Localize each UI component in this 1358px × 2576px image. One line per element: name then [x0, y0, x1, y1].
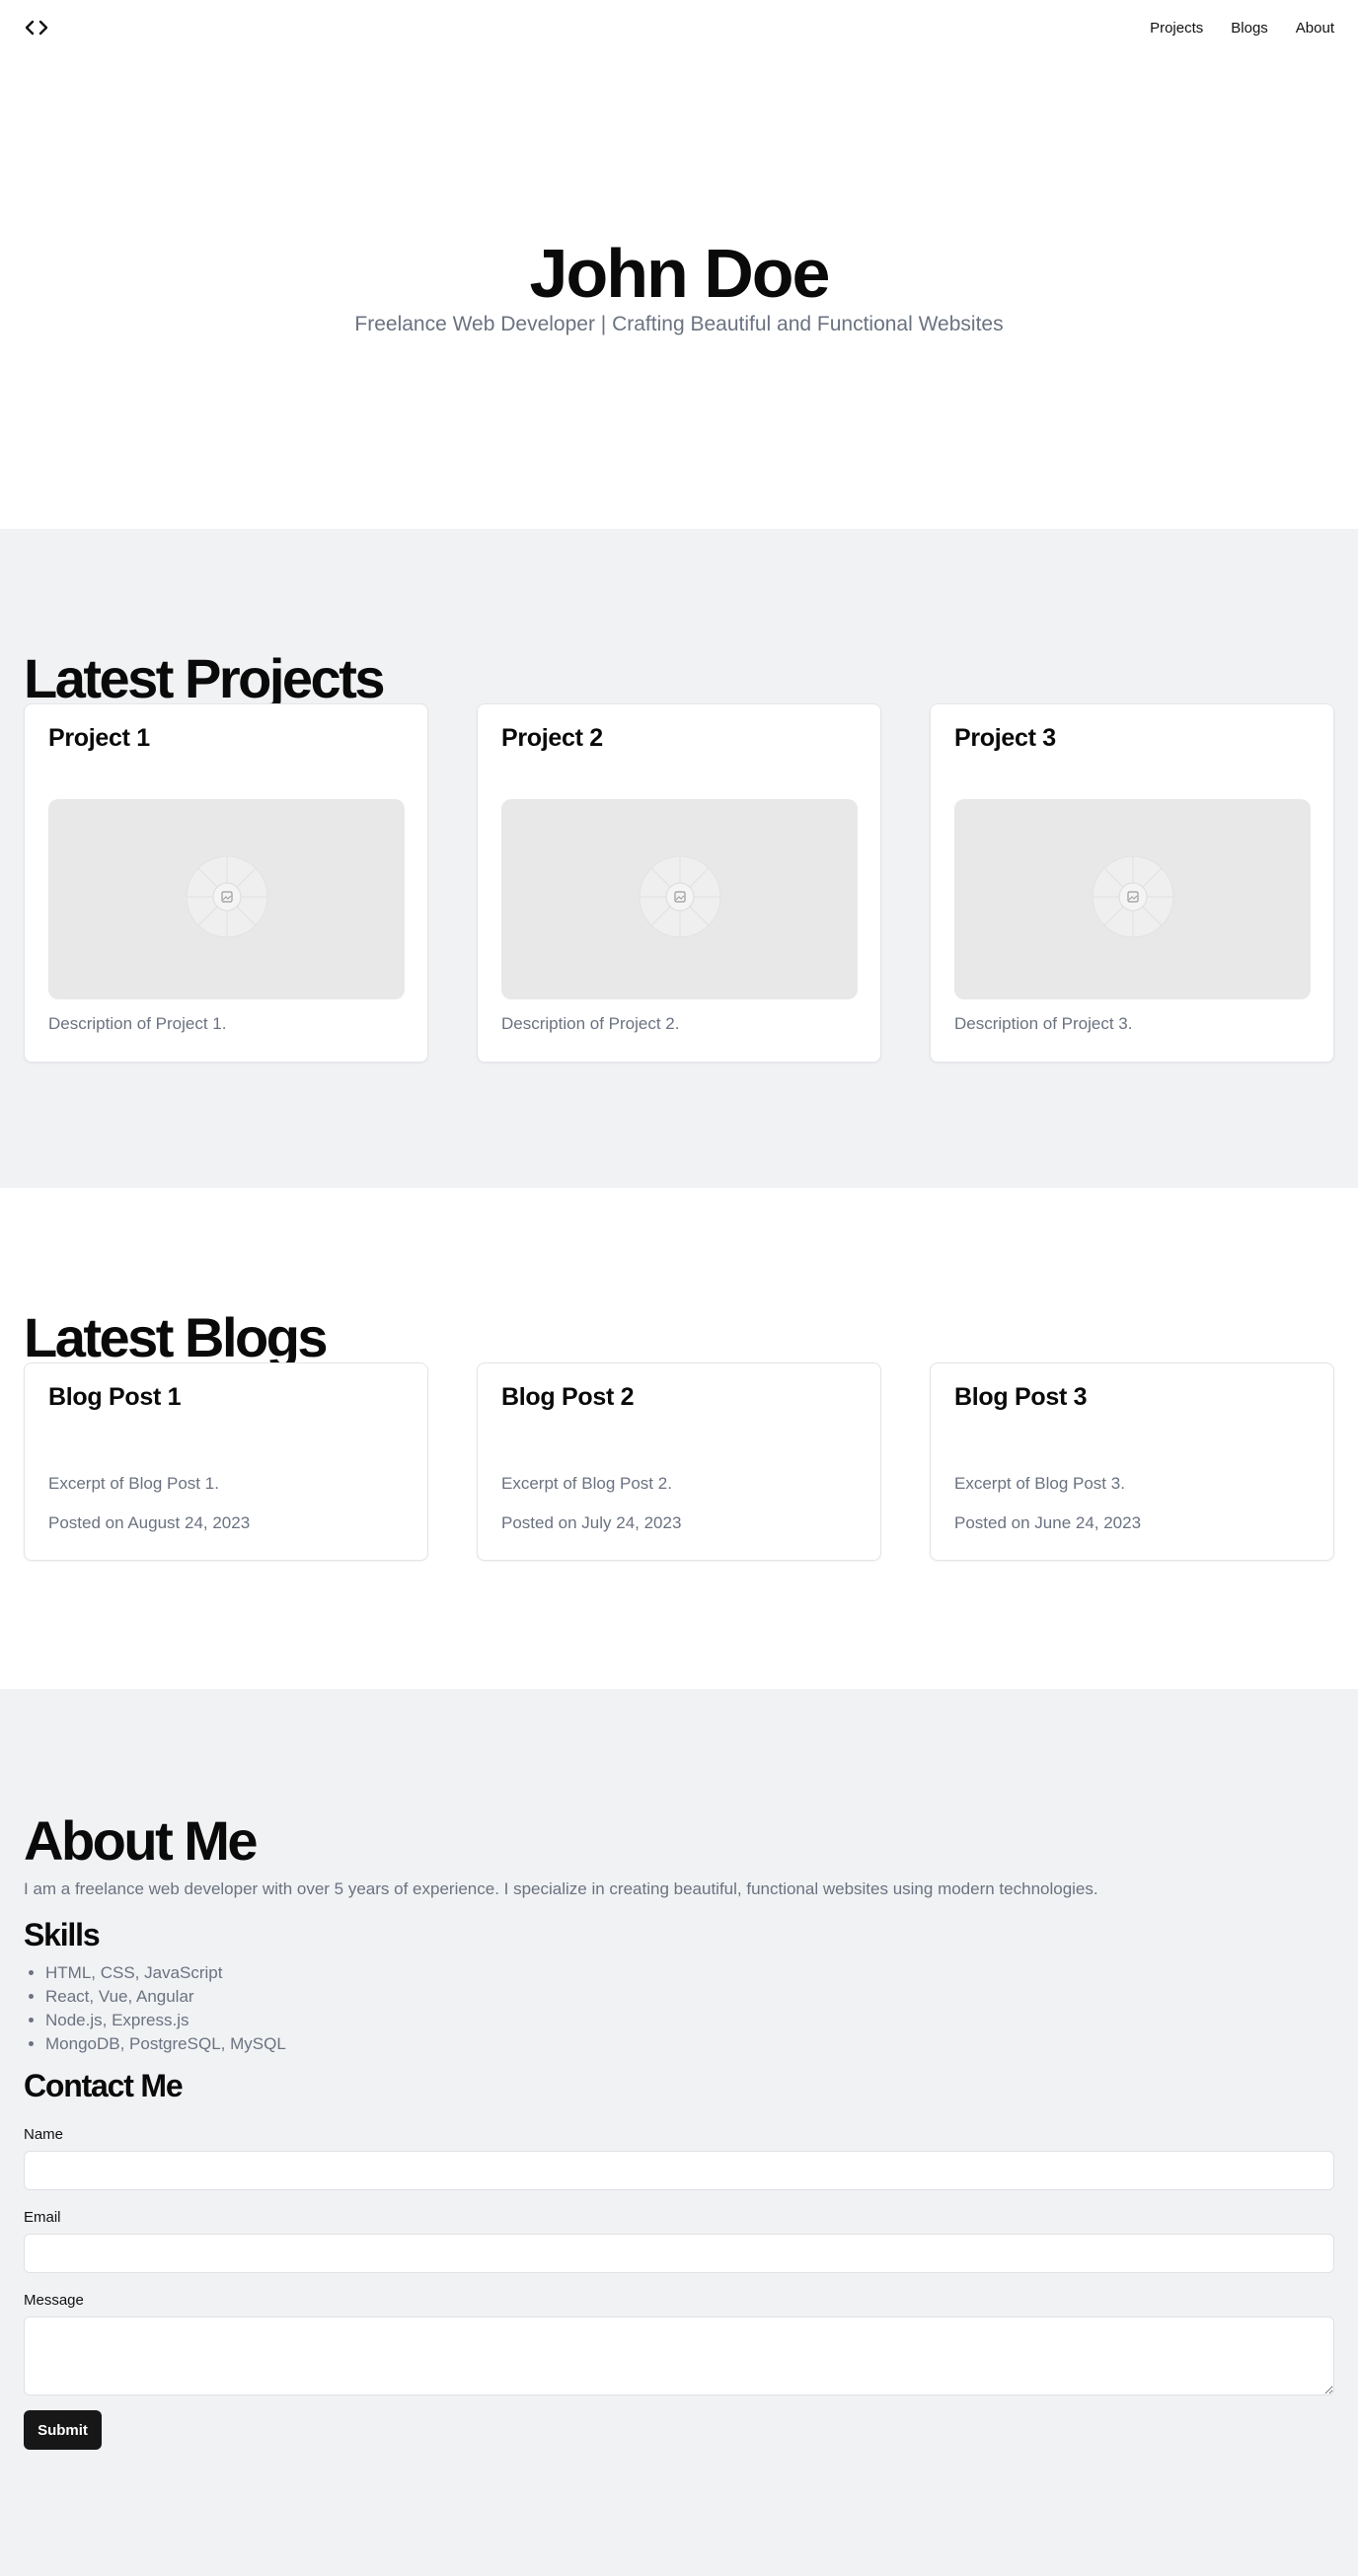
project-image [501, 799, 858, 999]
blog-card[interactable]: Blog Post 3 Excerpt of Blog Post 3. Post… [930, 1362, 1334, 1561]
list-item: MongoDB, PostgreSQL, MySQL [45, 2032, 286, 2056]
nav-link-projects[interactable]: Projects [1150, 20, 1203, 37]
list-item: HTML, CSS, JavaScript [45, 1961, 286, 1985]
message-field[interactable] [24, 2317, 1334, 2395]
skills-list: HTML, CSS, JavaScript React, Vue, Angula… [45, 1961, 286, 2056]
about-section: About Me I am a freelance web developer … [0, 1689, 1358, 2576]
blogs-title: Latest Blogs [24, 1306, 329, 1368]
blog-date: Posted on July 24, 2023 [501, 1513, 682, 1532]
project-card[interactable]: Project 3 Description of Project 3. [930, 703, 1334, 1063]
project-card[interactable]: Project 2 Description of Project 2. [477, 703, 881, 1063]
project-title: Project 2 [501, 724, 603, 752]
about-text: I am a freelance web developer with over… [24, 1879, 1098, 1898]
blog-excerpt: Excerpt of Blog Post 3. [954, 1474, 1125, 1493]
skills-title: Skills [24, 1917, 101, 1952]
image-placeholder-icon [1092, 855, 1174, 943]
blog-date: Posted on August 24, 2023 [48, 1513, 251, 1532]
blog-excerpt: Excerpt of Blog Post 2. [501, 1474, 672, 1493]
hero-name: John Doe [529, 235, 831, 312]
project-card[interactable]: Project 1 Description of Project 1. [24, 703, 428, 1063]
email-label: Email [24, 2209, 61, 2226]
blogs-section: Latest Blogs Blog Post 1 Excerpt of Blog… [0, 1188, 1358, 1689]
list-item: Node.js, Express.js [45, 2009, 286, 2032]
blog-excerpt: Excerpt of Blog Post 1. [48, 1474, 219, 1493]
project-image [48, 799, 405, 999]
name-label: Name [24, 2126, 64, 2143]
project-title: Project 1 [48, 724, 150, 752]
image-placeholder-icon [639, 855, 721, 943]
project-description: Description of Project 2. [501, 1014, 680, 1033]
project-description: Description of Project 1. [48, 1014, 227, 1033]
blog-title: Blog Post 1 [48, 1383, 182, 1411]
name-field[interactable] [24, 2151, 1334, 2190]
main-nav: Projects Blogs About [1150, 20, 1334, 37]
blog-title: Blog Post 2 [501, 1383, 635, 1411]
nav-link-about[interactable]: About [1296, 20, 1334, 37]
project-title: Project 3 [954, 724, 1056, 752]
list-item: React, Vue, Angular [45, 1985, 286, 2009]
code-brackets-icon[interactable] [24, 18, 49, 37]
nav-link-blogs[interactable]: Blogs [1231, 20, 1268, 37]
projects-title: Latest Projects [24, 647, 386, 709]
submit-button[interactable]: Submit [24, 2410, 102, 2450]
projects-grid: Project 1 Description of Project 1. Proj… [24, 703, 1334, 1063]
about-title: About Me [24, 1809, 259, 1872]
blog-title: Blog Post 3 [954, 1383, 1088, 1411]
hero-section: John Doe Freelance Web Developer | Craft… [0, 55, 1358, 529]
hero-tagline: Freelance Web Developer | Crafting Beaut… [354, 313, 1004, 335]
project-image [954, 799, 1311, 999]
blogs-grid: Blog Post 1 Excerpt of Blog Post 1. Post… [24, 1362, 1334, 1561]
site-header: Projects Blogs About [0, 0, 1358, 55]
blog-card[interactable]: Blog Post 1 Excerpt of Blog Post 1. Post… [24, 1362, 428, 1561]
contact-title: Contact Me [24, 2068, 184, 2103]
project-description: Description of Project 3. [954, 1014, 1133, 1033]
image-placeholder-icon [186, 855, 268, 943]
message-label: Message [24, 2292, 84, 2309]
projects-section: Latest Projects Project 1 Description of… [0, 529, 1358, 1188]
email-field[interactable] [24, 2234, 1334, 2273]
blog-date: Posted on June 24, 2023 [954, 1513, 1142, 1532]
blog-card[interactable]: Blog Post 2 Excerpt of Blog Post 2. Post… [477, 1362, 881, 1561]
